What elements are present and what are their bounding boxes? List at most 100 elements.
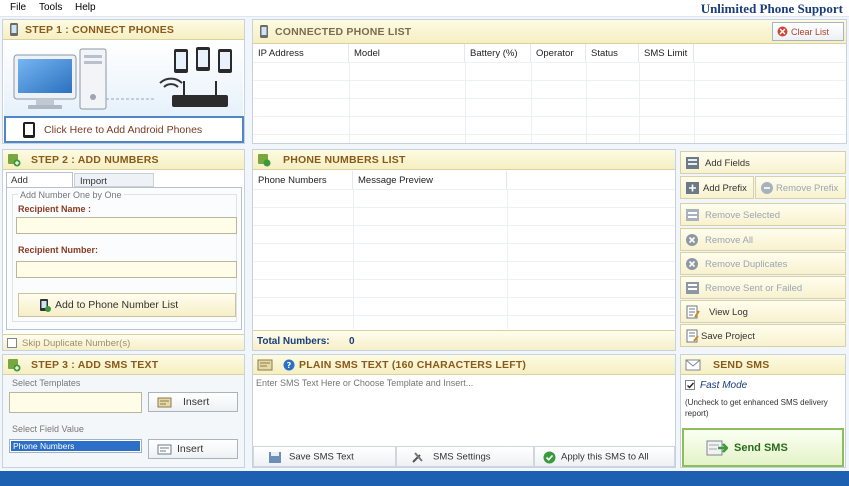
- svg-text:?: ?: [287, 361, 292, 370]
- send-sms-panel: SEND SMS Fast Mode (Uncheck to get enhan…: [680, 354, 846, 468]
- add-fields-button[interactable]: Add Fields: [680, 151, 846, 174]
- recipient-number-input[interactable]: [16, 261, 237, 278]
- send-sms-label: Send SMS: [734, 441, 788, 454]
- tab-add-numbers[interactable]: Add Numbers: [6, 172, 73, 197]
- view-log-icon: [686, 305, 700, 319]
- save-project-icon: [686, 329, 699, 343]
- col-battery[interactable]: Battery (%): [465, 44, 531, 62]
- menu-tools[interactable]: Tools: [39, 2, 62, 13]
- remove-sent-failed-icon: [686, 282, 699, 294]
- send-icon: [706, 440, 728, 456]
- field-value-selected[interactable]: Phone Numbers: [11, 441, 140, 451]
- add-to-phone-list-button[interactable]: Add to Phone Number List: [18, 293, 236, 317]
- templates-dropdown[interactable]: [9, 392, 142, 413]
- add-android-phones-button[interactable]: Click Here to Add Android Phones: [4, 116, 244, 143]
- apply-sms-all-label: Apply this SMS to All: [561, 451, 649, 462]
- insert-icon: [157, 444, 172, 455]
- menu-file[interactable]: File: [10, 2, 26, 13]
- envelope-icon: [685, 359, 701, 371]
- smartphone-icon: [23, 122, 35, 138]
- remove-sent-failed-label: Remove Sent or Failed: [705, 283, 803, 294]
- remove-all-icon: [686, 234, 698, 246]
- connected-phone-table[interactable]: IP Address Model Battery (%) Operator St…: [253, 44, 846, 143]
- save-sms-text-label: Save SMS Text: [289, 451, 354, 462]
- total-numbers-bar: Total Numbers: 0: [253, 330, 675, 350]
- step3-header: STEP 3 : ADD SMS TEXT: [3, 355, 244, 375]
- tab-import-numbers[interactable]: Import Numbers: [74, 173, 154, 198]
- recipient-name-label: Recipient Name :: [18, 204, 92, 214]
- phone-numbers-table[interactable]: Phone Numbers Message Preview: [253, 171, 675, 329]
- step2-header: STEP 2 : ADD NUMBERS: [3, 150, 244, 170]
- connected-header: CONNECTED PHONE LIST Clear List: [253, 20, 846, 44]
- sms-text-input[interactable]: [253, 375, 675, 446]
- brand-title: Unlimited Phone Support: [700, 1, 843, 16]
- insert-template-label: Insert: [183, 396, 210, 408]
- add-numbers-icon: [8, 154, 21, 167]
- add-to-phone-list-label: Add to Phone Number List: [55, 299, 179, 311]
- clear-list-button[interactable]: Clear List: [772, 22, 844, 41]
- step3-title: STEP 3 : ADD SMS TEXT: [31, 359, 159, 371]
- remove-selected-button[interactable]: Remove Selected: [680, 203, 846, 226]
- remove-duplicates-button[interactable]: Remove Duplicates: [680, 252, 846, 275]
- step3-panel: STEP 3 : ADD SMS TEXT Select Templates I…: [2, 354, 245, 468]
- col-ip-address[interactable]: IP Address: [253, 44, 349, 62]
- sms-text-header: ? PLAIN SMS TEXT (160 CHARACTERS LEFT): [253, 355, 675, 375]
- save-sms-text-button[interactable]: Save SMS Text: [253, 446, 396, 467]
- connected-phone-panel: CONNECTED PHONE LIST Clear List IP Addre…: [252, 19, 847, 144]
- add-prefix-button[interactable]: Add Prefix: [680, 176, 754, 199]
- fast-mode-checkbox[interactable]: [685, 380, 695, 390]
- sms-settings-button[interactable]: SMS Settings: [396, 446, 534, 467]
- recipient-number-label: Recipient Number:: [18, 245, 99, 255]
- send-sms-button[interactable]: Send SMS: [682, 428, 844, 467]
- apply-sms-all-button[interactable]: Apply this SMS to All: [534, 446, 675, 467]
- remove-duplicates-label: Remove Duplicates: [705, 259, 788, 270]
- col-status[interactable]: Status: [586, 44, 639, 62]
- insert-field-button[interactable]: Insert: [148, 439, 238, 459]
- connect-illustration: [4, 41, 243, 116]
- col-message-preview[interactable]: Message Preview: [353, 171, 507, 189]
- view-log-button[interactable]: View Log: [680, 300, 846, 323]
- insert-field-label: Insert: [177, 443, 204, 455]
- remove-prefix-label: Remove Prefix: [776, 183, 839, 194]
- send-sms-title: SEND SMS: [713, 359, 770, 371]
- col-sms-limit[interactable]: SMS Limit: [639, 44, 694, 62]
- remove-duplicates-icon: [686, 258, 698, 270]
- recipient-name-input[interactable]: [16, 217, 237, 234]
- connected-title: CONNECTED PHONE LIST: [275, 26, 412, 38]
- col-operator[interactable]: Operator: [531, 44, 586, 62]
- save-project-label: Save Project: [701, 331, 755, 342]
- phone-icon: [10, 23, 18, 36]
- remove-sent-failed-button[interactable]: Remove Sent or Failed: [680, 276, 846, 299]
- add-prefix-label: Add Prefix: [703, 183, 747, 194]
- group-label: Add Number One by One: [18, 190, 124, 200]
- menu-help[interactable]: Help: [75, 2, 96, 13]
- sms-text-panel: ? PLAIN SMS TEXT (160 CHARACTERS LEFT) S…: [252, 354, 676, 468]
- insert-template-button[interactable]: Insert: [148, 392, 238, 412]
- remove-selected-icon: [686, 209, 699, 221]
- skip-duplicates-label: Skip Duplicate Number(s): [22, 338, 131, 349]
- save-project-button[interactable]: Save Project: [680, 324, 846, 347]
- check-mark-icon: [687, 382, 695, 389]
- check-icon: [543, 451, 556, 464]
- phone-icon: [260, 25, 268, 38]
- step1-header: STEP 1 : CONNECT PHONES: [3, 20, 244, 40]
- clear-list-label: Clear List: [791, 26, 830, 37]
- col-phone-numbers[interactable]: Phone Numbers: [253, 171, 353, 189]
- info-icon[interactable]: ?: [283, 359, 295, 371]
- remove-prefix-icon: [761, 182, 773, 194]
- menu-bar: File Tools Help Unlimited Phone Support: [0, 0, 849, 17]
- computer-phones-illustration: [13, 47, 232, 110]
- add-prefix-icon: [686, 182, 699, 194]
- sms-text-title: PLAIN SMS TEXT (160 CHARACTERS LEFT): [299, 359, 527, 371]
- skip-duplicates-checkbox[interactable]: [7, 338, 17, 348]
- remove-all-button[interactable]: Remove All: [680, 228, 846, 251]
- add-phone-icon: [40, 299, 51, 312]
- field-value-list[interactable]: Phone Numbers: [9, 439, 142, 453]
- select-templates-label: Select Templates: [12, 378, 81, 388]
- step2-title: STEP 2 : ADD NUMBERS: [31, 154, 159, 166]
- fast-mode-label: Fast Mode: [700, 380, 748, 391]
- step1-title: STEP 1 : CONNECT PHONES: [25, 24, 175, 36]
- remove-prefix-button[interactable]: Remove Prefix: [755, 176, 846, 199]
- col-model[interactable]: Model: [349, 44, 465, 62]
- add-fields-label: Add Fields: [705, 158, 750, 169]
